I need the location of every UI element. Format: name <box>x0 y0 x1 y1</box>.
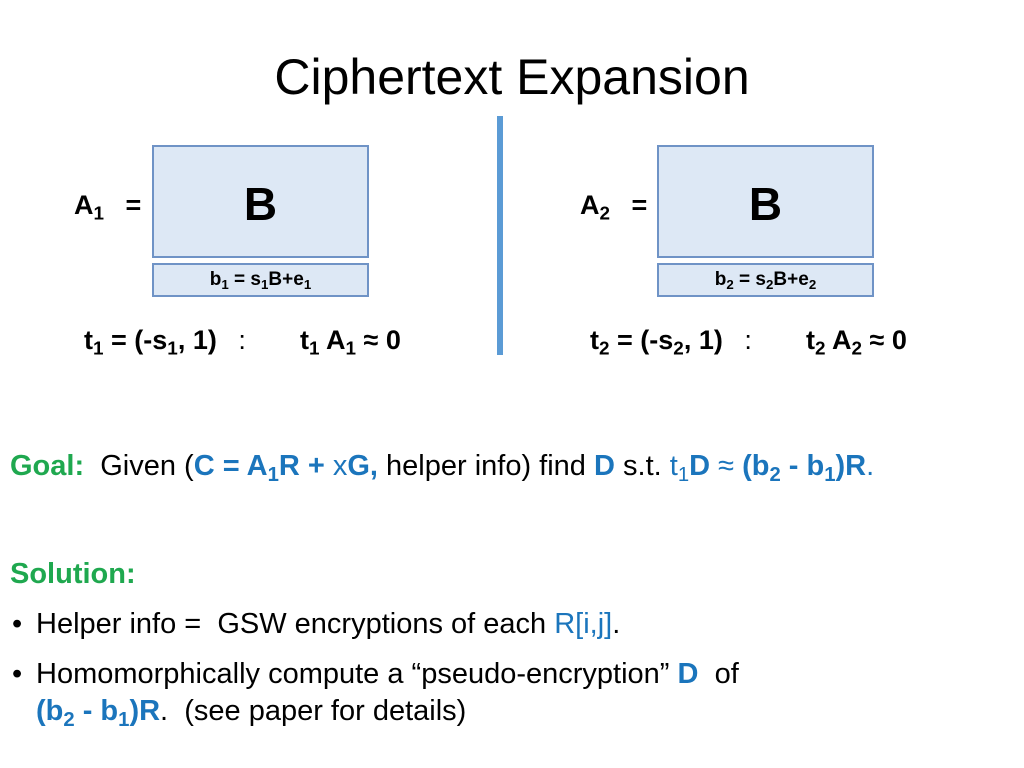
goal-t: t <box>669 450 678 482</box>
goal-minus: - b <box>780 450 825 482</box>
goal-end: )R <box>835 450 867 482</box>
goal-b1-sub: 1 <box>824 464 836 487</box>
t2-s-sub: 2 <box>673 338 684 360</box>
goal-label: Goal: <box>10 450 85 482</box>
a1-subscript: 1 <box>93 203 105 225</box>
b2-e-sub: 2 <box>808 276 817 292</box>
cont-b2: (b <box>36 695 64 727</box>
t2-sub: 2 <box>599 338 610 360</box>
t2a2-t-sub: 2 <box>815 338 826 360</box>
t1-eq: = (-s <box>103 325 168 355</box>
goal-c-rest: R + <box>278 450 333 482</box>
goal-line: Goal: Given (C = A1R + xG, helper info) … <box>10 450 875 487</box>
matrix-b-right: B <box>657 145 874 258</box>
cont-minus: - b <box>74 695 119 727</box>
goal-d: D <box>594 450 615 482</box>
b1-b: b <box>209 269 222 290</box>
t1-s-sub: 1 <box>167 338 178 360</box>
vertical-divider <box>497 116 503 355</box>
b1-rest: B+e <box>268 269 304 290</box>
bullet-1-end: . <box>612 608 621 640</box>
t1a1-a-sub: 1 <box>345 338 357 360</box>
t2-colon: : <box>744 325 752 355</box>
cont-end: )R <box>129 695 161 727</box>
goal-b2: (b <box>742 450 770 482</box>
t1-sub: 1 <box>93 338 104 360</box>
trapdoor-t2: t2 = (-s2, 1) : <box>590 325 752 359</box>
matrix-b-left: B <box>152 145 369 258</box>
a1-label: A1 = <box>74 190 142 224</box>
b2-mid: = s <box>733 269 767 290</box>
cont-rest: (see paper for details) <box>168 695 467 727</box>
goal-approx: ≈ <box>710 450 743 482</box>
solution-label: Solution: <box>10 558 136 590</box>
t1-close: , 1) <box>177 325 217 355</box>
t2-eq: = (-s <box>609 325 674 355</box>
goal-c-expr: C = A <box>193 450 268 482</box>
t2-t: t <box>590 325 599 355</box>
goal-given: Given ( <box>84 450 194 482</box>
t2a2-approx: ≈ 0 <box>862 325 907 355</box>
matrix-b-label: B <box>243 178 278 230</box>
goal-td: D <box>689 450 711 482</box>
bullet-icon: • <box>12 658 23 690</box>
trapdoor-t1: t1 = (-s1, 1) : <box>84 325 246 359</box>
a1-equals: = <box>125 190 142 220</box>
t1a1-approx: ≈ 0 <box>356 325 401 355</box>
t2a2-a: A <box>825 325 852 355</box>
bullet-2-highlight: D <box>677 658 699 690</box>
bullet-icon: • <box>12 608 23 640</box>
slide-title: Ciphertext Expansion <box>274 49 750 105</box>
bullet-2-end: of <box>698 658 739 690</box>
goal-t-sub: 1 <box>677 464 690 487</box>
bullet-2-text: Homomorphically compute a “pseudo-encryp… <box>36 658 678 690</box>
goal-g: G, <box>347 450 378 482</box>
a1-symbol: A <box>74 190 94 220</box>
b1-e-sub: 1 <box>303 276 312 292</box>
t1a1-t: t <box>300 325 309 355</box>
row-b2: b2 = s2B+e2 <box>657 263 874 297</box>
solution-bullet-2-cont: (b2 - b1)R. (see paper for details) <box>36 695 467 732</box>
t2a2-t: t <box>806 325 815 355</box>
t1-colon: : <box>238 325 246 355</box>
b1-mid: = s <box>228 269 262 290</box>
bullet-1-text: Helper info = GSW encryptions of each <box>36 608 555 640</box>
goal-helper: helper info) find <box>377 450 594 482</box>
t1a1-t-sub: 1 <box>309 338 320 360</box>
row-b1: b1 = s1B+e1 <box>152 263 369 297</box>
goal-period: . <box>866 450 875 482</box>
b2-rest: B+e <box>773 269 809 290</box>
b1-sub: 1 <box>221 276 229 292</box>
b2-b: b <box>714 269 727 290</box>
a2-symbol: A <box>580 190 600 220</box>
a2-equals: = <box>631 190 648 220</box>
t1a1-a: A <box>319 325 346 355</box>
solution-bullet-1: • Helper info = GSW encryptions of each R… <box>12 608 620 641</box>
cont-b1-sub: 1 <box>118 709 130 732</box>
b2-sub: 2 <box>726 276 734 292</box>
t2a2-a-sub: 2 <box>851 338 863 360</box>
t1-t: t <box>84 325 93 355</box>
matrix-b-label: B <box>748 178 783 230</box>
t2-close: , 1) <box>683 325 723 355</box>
goal-b2-sub: 2 <box>769 464 781 487</box>
a2-label: A2 = <box>580 190 648 224</box>
goal-st: s.t. <box>614 450 670 482</box>
bullet-1-highlight: R[i,j] <box>554 608 613 640</box>
goal-c-sub: 1 <box>267 464 279 487</box>
cont-b2-sub: 2 <box>63 709 75 732</box>
t1-a1-approx: t1 A1 ≈ 0 <box>300 325 401 359</box>
t2-a2-approx: t2 A2 ≈ 0 <box>806 325 907 359</box>
goal-x: x <box>332 450 348 482</box>
solution-bullet-2: • Homomorphically compute a “pseudo-encry… <box>12 658 739 691</box>
a2-subscript: 2 <box>599 203 611 225</box>
cont-period: . <box>160 695 169 727</box>
